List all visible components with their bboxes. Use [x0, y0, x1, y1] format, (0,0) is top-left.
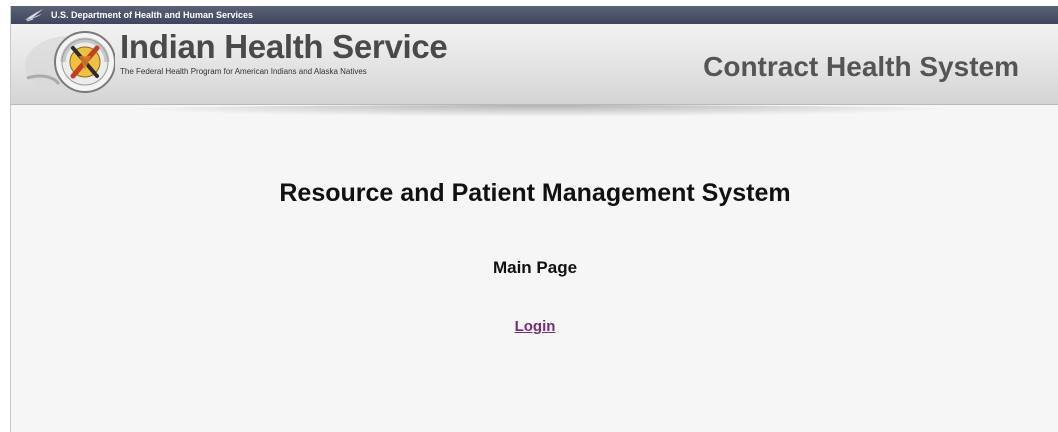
login-link-container: Login — [11, 318, 1058, 335]
system-name: Contract Health System — [703, 51, 1019, 82]
hhs-bar: U.S. Department of Health and Human Serv… — [11, 6, 1058, 24]
department-name[interactable]: U.S. Department of Health and Human Serv… — [51, 6, 253, 24]
page-title: Resource and Patient Management System — [279, 179, 791, 207]
site-banner: Indian Health Service The Federal Health… — [11, 24, 1058, 105]
page-frame: U.S. Department of Health and Human Serv… — [10, 6, 1058, 432]
login-link[interactable]: Login — [515, 318, 556, 335]
agency-tagline: The Federal Health Program for American … — [120, 67, 367, 76]
agency-name[interactable]: Indian Health Service — [120, 28, 448, 66]
banner-shadow — [91, 105, 991, 117]
ihs-seal-logo[interactable] — [23, 26, 115, 98]
page-subtitle: Main Page — [492, 258, 578, 277]
hhs-eagle-icon — [25, 9, 43, 22]
